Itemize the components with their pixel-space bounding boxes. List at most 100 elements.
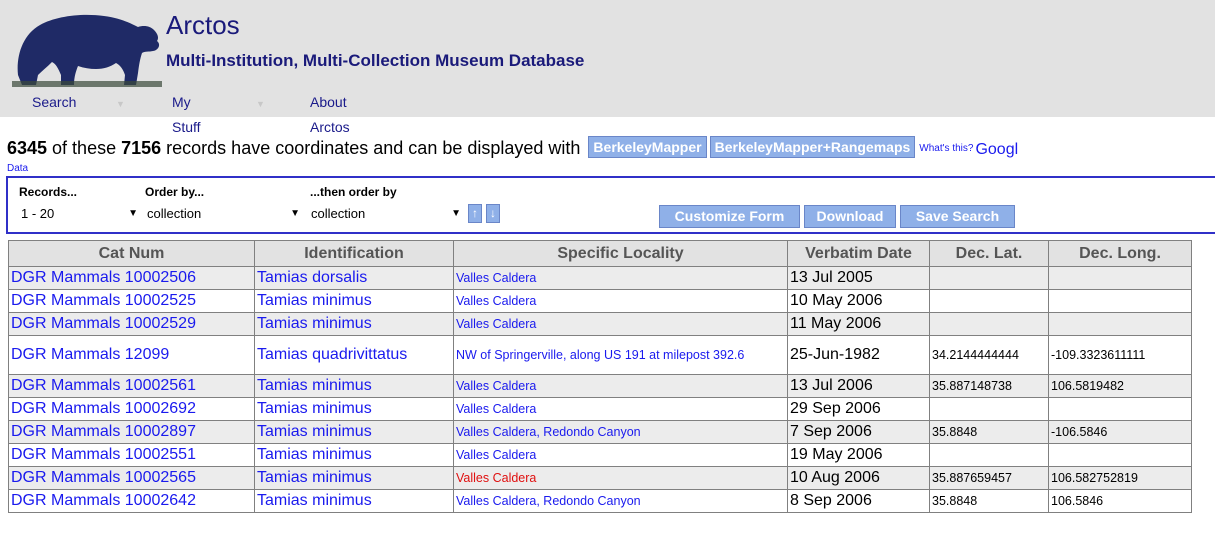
download-button[interactable]: Download: [804, 205, 896, 228]
total-count: 7156: [121, 138, 162, 158]
nav-about-arctos[interactable]: About Arctos: [310, 90, 350, 135]
verbatim-date-cell: 25-Jun-1982: [787, 335, 930, 375]
then-order-by-select[interactable]: collection ▼: [306, 204, 464, 224]
dec-lat-cell: 34.2144444444: [929, 335, 1049, 375]
dropdown-arrow-icon: ▼: [451, 208, 461, 219]
locality-link[interactable]: Valles Caldera: [453, 397, 788, 421]
berkeleymapper-rangemaps-button[interactable]: BerkeleyMapper+Rangemaps: [709, 136, 916, 158]
bear-logo-icon[interactable]: [12, 5, 162, 90]
chevron-down-icon[interactable]: ▼: [256, 99, 265, 109]
table-header-row: Cat Num Identification Specific Locality…: [8, 240, 1192, 267]
nav-search[interactable]: Search: [32, 90, 76, 115]
verbatim-date-cell: 13 Jul 2006: [787, 374, 930, 398]
identification-link[interactable]: Tamias minimus: [254, 443, 454, 467]
cat-num-link[interactable]: DGR Mammals 10002529: [8, 312, 255, 336]
app-title: Arctos: [166, 10, 240, 40]
nav-my-stuff[interactable]: My Stuff: [172, 90, 201, 135]
dec-long-cell: 106.5846: [1048, 489, 1192, 513]
dropdown-arrow-icon: ▼: [290, 208, 300, 219]
cat-num-link[interactable]: DGR Mammals 10002692: [8, 397, 255, 421]
chevron-down-icon[interactable]: ▼: [116, 99, 125, 109]
identification-link[interactable]: Tamias quadrivittatus: [254, 335, 454, 375]
whats-this-link[interactable]: What's this?: [919, 143, 973, 154]
identification-link[interactable]: Tamias minimus: [254, 420, 454, 444]
cat-num-link[interactable]: DGR Mammals 10002565: [8, 466, 255, 490]
table-row: DGR Mammals 10002692 Tamias minimus Vall…: [8, 397, 1192, 421]
then-order-by-label: ...then order by: [310, 185, 397, 199]
column-header-identification[interactable]: Identification: [254, 240, 454, 267]
save-search-button[interactable]: Save Search: [900, 205, 1015, 228]
locality-link[interactable]: Valles Caldera: [453, 266, 788, 290]
cat-num-link[interactable]: DGR Mammals 10002506: [8, 266, 255, 290]
order-by-label: Order by...: [145, 185, 205, 199]
verbatim-date-cell: 10 Aug 2006: [787, 466, 930, 490]
table-row: DGR Mammals 10002565 Tamias minimus Vall…: [8, 466, 1192, 490]
identification-link[interactable]: Tamias minimus: [254, 466, 454, 490]
cat-num-link[interactable]: DGR Mammals 10002525: [8, 289, 255, 313]
order-by-select[interactable]: collection ▼: [142, 204, 303, 224]
order-by-value: collection: [147, 206, 202, 221]
column-header-verbatim-date[interactable]: Verbatim Date: [787, 240, 930, 267]
results-controls: Records... 1 - 20 ▼ Order by... collecti…: [6, 176, 1215, 234]
mapped-count: 6345: [7, 138, 48, 158]
table-row: DGR Mammals 12099 Tamias quadrivittatus …: [8, 335, 1192, 375]
records-label: Records...: [19, 185, 78, 199]
dec-lat-cell: [929, 443, 1049, 467]
verbatim-date-cell: 13 Jul 2005: [787, 266, 930, 290]
locality-link[interactable]: Valles Caldera: [453, 374, 788, 398]
google-earth-link[interactable]: Googl: [975, 141, 1018, 158]
column-header-dec-long[interactable]: Dec. Long.: [1048, 240, 1192, 267]
app-subtitle: Multi-Institution, Multi-Collection Muse…: [166, 51, 585, 70]
dec-long-cell: [1048, 289, 1192, 313]
verbatim-date-cell: 19 May 2006: [787, 443, 930, 467]
identification-link[interactable]: Tamias minimus: [254, 289, 454, 313]
records-value: 1 - 20: [21, 206, 55, 221]
summary-text: of these: [47, 138, 122, 158]
cat-num-link[interactable]: DGR Mammals 10002561: [8, 374, 255, 398]
dec-lat-cell: 35.8848: [929, 420, 1049, 444]
verbatim-date-cell: 7 Sep 2006: [787, 420, 930, 444]
column-header-cat-num[interactable]: Cat Num: [8, 240, 255, 267]
identification-link[interactable]: Tamias dorsalis: [254, 266, 454, 290]
results-summary: 6345 of these 7156 records have coordina…: [7, 136, 1018, 162]
locality-link[interactable]: Valles Caldera, Redondo Canyon: [453, 420, 788, 444]
dec-long-cell: -106.5846: [1048, 420, 1192, 444]
berkeleymapper-button[interactable]: BerkeleyMapper: [588, 136, 707, 158]
then-order-by-value: collection: [311, 206, 366, 221]
table-row: DGR Mammals 10002897 Tamias minimus Vall…: [8, 420, 1192, 444]
cat-num-link[interactable]: DGR Mammals 10002642: [8, 489, 255, 513]
table-row: DGR Mammals 10002529 Tamias minimus Vall…: [8, 312, 1192, 336]
cat-num-link[interactable]: DGR Mammals 12099: [8, 335, 255, 375]
column-header-dec-lat[interactable]: Dec. Lat.: [929, 240, 1049, 267]
locality-link[interactable]: Valles Caldera: [453, 443, 788, 467]
dec-long-cell: -109.3323611111: [1048, 335, 1192, 375]
sort-descending-button[interactable]: ↓: [486, 204, 500, 223]
locality-link[interactable]: NW of Springerville, along US 191 at mil…: [453, 335, 788, 375]
verbatim-date-cell: 29 Sep 2006: [787, 397, 930, 421]
cat-num-link[interactable]: DGR Mammals 10002897: [8, 420, 255, 444]
sort-ascending-button[interactable]: ↑: [468, 204, 482, 223]
table-row: DGR Mammals 10002561 Tamias minimus Vall…: [8, 374, 1192, 398]
results-table: Cat Num Identification Specific Locality…: [8, 240, 1192, 513]
cat-num-link[interactable]: DGR Mammals 10002551: [8, 443, 255, 467]
locality-link[interactable]: Valles Caldera: [453, 312, 788, 336]
column-header-specific-locality[interactable]: Specific Locality: [453, 240, 788, 267]
identification-link[interactable]: Tamias minimus: [254, 397, 454, 421]
locality-link[interactable]: Valles Caldera, Redondo Canyon: [453, 489, 788, 513]
dec-long-cell: [1048, 266, 1192, 290]
table-row: DGR Mammals 10002525 Tamias minimus Vall…: [8, 289, 1192, 313]
records-select[interactable]: 1 - 20 ▼: [16, 204, 141, 224]
locality-link[interactable]: Valles Caldera: [453, 289, 788, 313]
identification-link[interactable]: Tamias minimus: [254, 489, 454, 513]
locality-link[interactable]: Valles Caldera: [453, 466, 788, 490]
customize-form-button[interactable]: Customize Form: [659, 205, 800, 228]
summary-text: records have coordinates and can be disp…: [161, 138, 586, 158]
data-link[interactable]: Data: [7, 163, 28, 174]
dropdown-arrow-icon: ▼: [128, 208, 138, 219]
identification-link[interactable]: Tamias minimus: [254, 312, 454, 336]
dec-lat-cell: 35.887659457: [929, 466, 1049, 490]
verbatim-date-cell: 11 May 2006: [787, 312, 930, 336]
dec-lat-cell: [929, 397, 1049, 421]
dec-long-cell: [1048, 443, 1192, 467]
identification-link[interactable]: Tamias minimus: [254, 374, 454, 398]
